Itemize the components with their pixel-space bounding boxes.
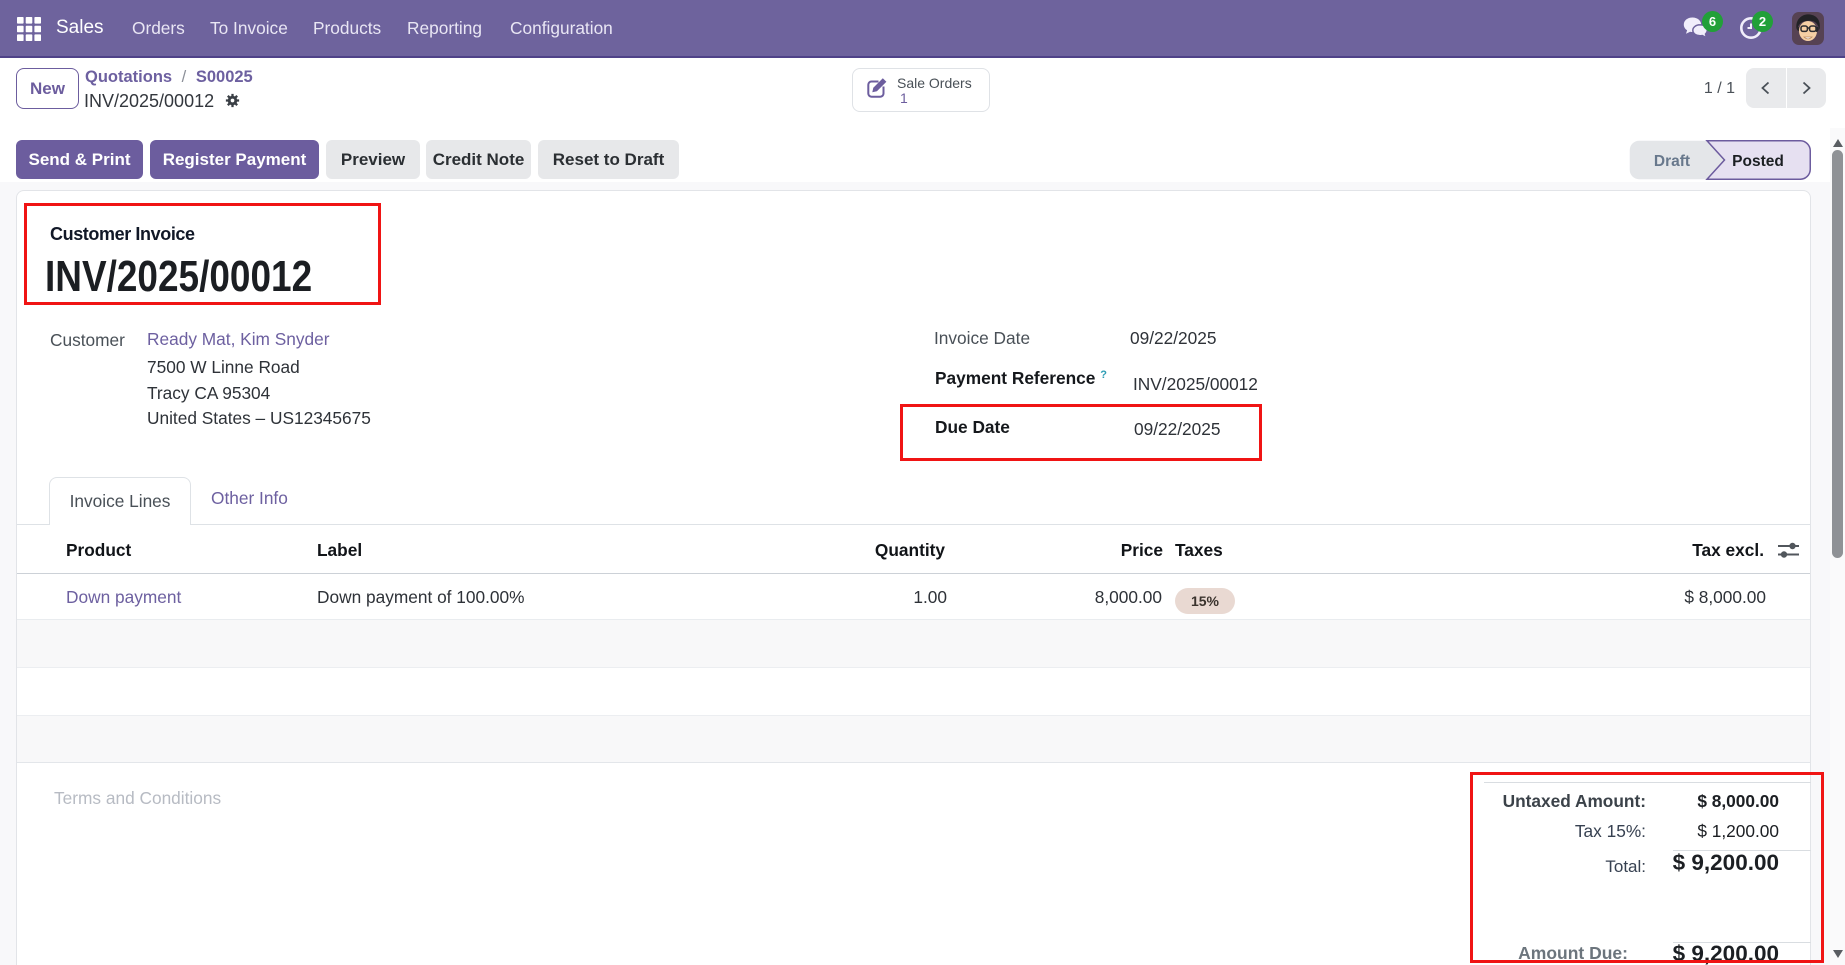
svg-text:Draft: Draft <box>1654 153 1690 170</box>
svg-text:Posted: Posted <box>1732 153 1784 170</box>
